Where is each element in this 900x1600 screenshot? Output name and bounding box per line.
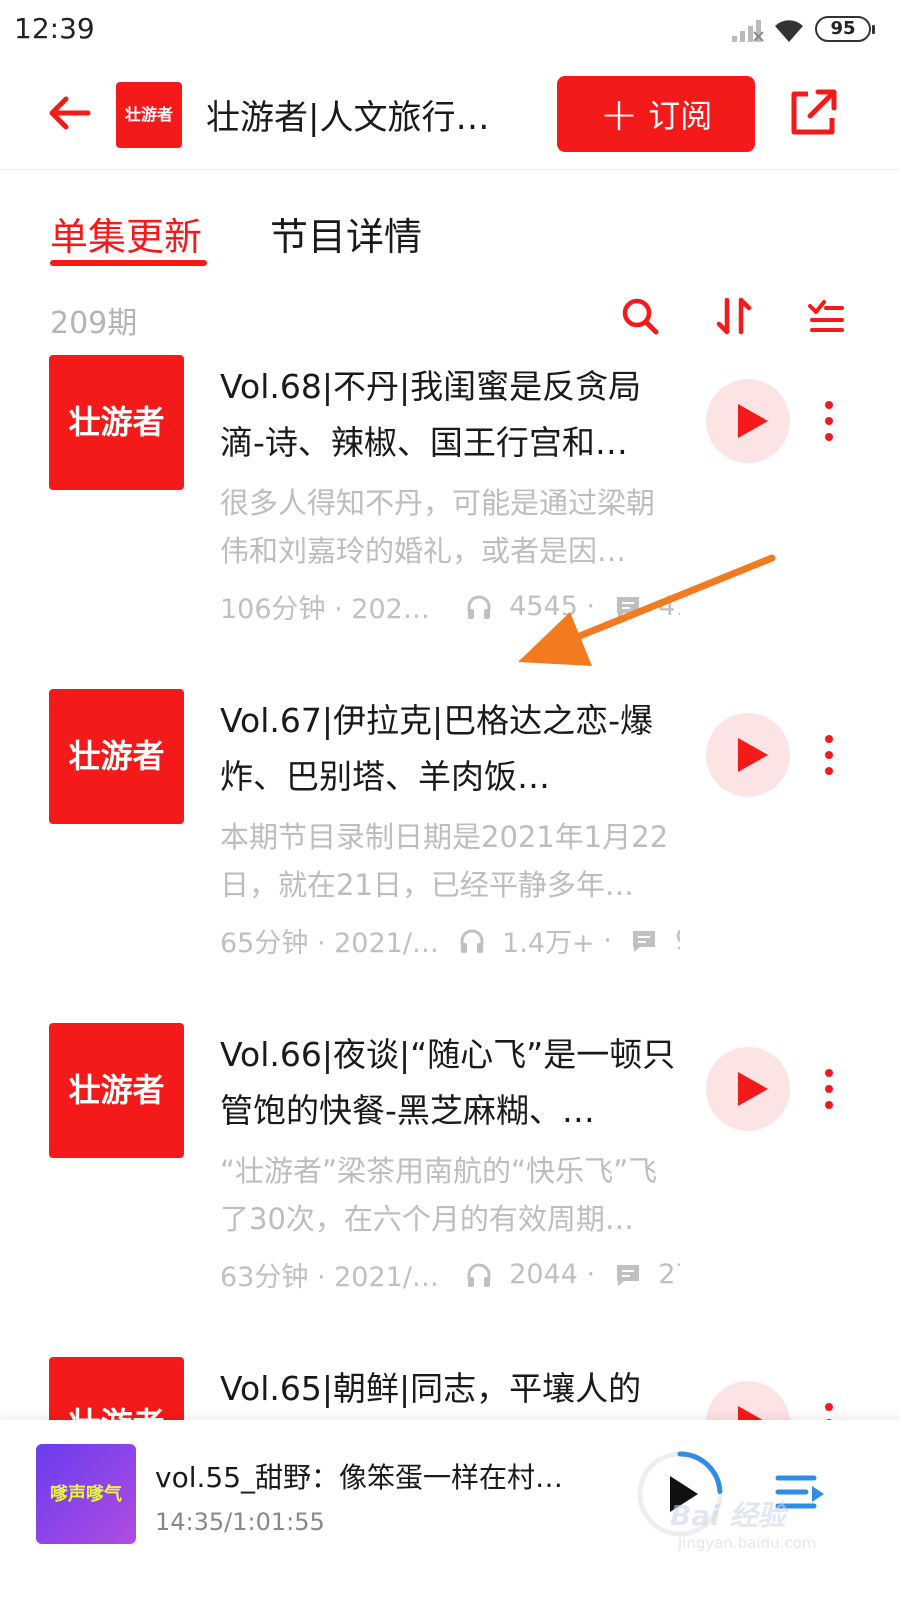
filter-icon[interactable] (806, 296, 846, 336)
podcast-logo[interactable]: 壮游者 (116, 82, 182, 148)
annotation-arrow-icon (518, 554, 776, 666)
play-icon (738, 404, 768, 438)
tab-episodes[interactable]: 单集更新 (50, 206, 202, 261)
episode-cover[interactable]: 壮游者 (49, 1023, 184, 1158)
episode-comments: 27 (658, 1259, 680, 1290)
plus-icon: + (599, 87, 639, 141)
episode-count: 209期 (50, 306, 138, 341)
player-play-button[interactable] (632, 1446, 728, 1542)
subscribe-label: 订阅 (648, 97, 713, 135)
play-button[interactable] (706, 379, 790, 463)
play-icon (738, 738, 768, 772)
episode-meta: 65分钟 · 2021/… 1.4万+ · 91 (220, 921, 680, 961)
battery-indicator: 95 (815, 16, 875, 42)
episode-cover[interactable]: 壮游者 (49, 355, 184, 490)
episode-comments: 91 (675, 925, 680, 956)
episode-item[interactable]: 壮游者 Vol.67|伊拉克|巴格达之恋-爆炸、巴别塔、羊肉饭… 本期节目录制日… (0, 689, 900, 989)
player-cover-text: 嗲声嗲气 (50, 1484, 122, 1505)
headphones-icon (467, 1263, 491, 1287)
header: 壮游者 壮游者|人文旅行… + 订阅 (0, 60, 900, 170)
status-bar: 12:39 95 (0, 0, 900, 60)
back-icon[interactable] (44, 88, 94, 138)
episode-plays: 2044 (509, 1259, 578, 1290)
episode-item[interactable]: 壮游者 Vol.66|夜谈|“随心飞”是一顿只管饱的快餐-黑芝麻糊、… “壮游者… (0, 1023, 900, 1323)
episode-title[interactable]: Vol.68|不丹|我闺蜜是反贪局滴-诗、辣椒、国王行宫和… (220, 359, 680, 471)
episode-plays: 1.4万+ (502, 928, 595, 959)
episode-title[interactable]: Vol.66|夜谈|“随心飞”是一顿只管饱的快餐-黑芝麻糊、… (220, 1027, 680, 1139)
search-icon[interactable] (620, 296, 660, 336)
more-icon[interactable] (818, 733, 840, 777)
episode-duration-date: 106分钟 · 2021/… (220, 594, 446, 625)
mini-player[interactable]: 嗲声嗲气 vol.55_甜野：像笨蛋一样在村… 14:35/1:01:55 Ba… (0, 1420, 900, 1600)
wifi-icon (775, 20, 803, 42)
comment-icon (633, 930, 656, 952)
more-icon[interactable] (818, 1067, 840, 1111)
sort-icon[interactable] (714, 296, 754, 336)
episode-duration-date: 65分钟 · 2021/… (220, 928, 439, 959)
player-cover[interactable]: 嗲声嗲气 (36, 1444, 136, 1544)
play-icon (738, 1072, 768, 1106)
episode-title[interactable]: Vol.65|朝鲜|同志，平壤人的 (220, 1361, 680, 1417)
tab-details[interactable]: 节目详情 (270, 206, 422, 261)
play-button[interactable] (706, 713, 790, 797)
more-icon[interactable] (818, 399, 840, 443)
player-title[interactable]: vol.55_甜野：像笨蛋一样在村… (155, 1456, 595, 1496)
episode-description: “壮游者”梁茶用南航的“快乐飞”飞了30次，在六个月的有效周期… (220, 1154, 658, 1236)
episode-cover[interactable]: 壮游者 (49, 689, 184, 824)
signal-icon (732, 20, 764, 42)
headphones-icon (467, 595, 491, 619)
play-icon (670, 1476, 698, 1512)
player-time: 14:35/1:01:55 (155, 1508, 325, 1536)
headphones-icon (460, 929, 484, 953)
comment-icon (616, 1264, 639, 1286)
episode-description: 本期节目录制日期是2021年1月22日，就在21日，已经平静多年… (220, 820, 669, 902)
playlist-icon[interactable] (770, 1462, 830, 1522)
episode-duration-date: 63分钟 · 2021/0… (220, 1262, 446, 1293)
play-button[interactable] (706, 1047, 790, 1131)
share-icon[interactable] (786, 84, 842, 140)
podcast-title: 壮游者|人文旅行… (206, 98, 490, 138)
status-time: 12:39 (14, 12, 95, 45)
subscribe-button[interactable]: + 订阅 (557, 76, 755, 152)
episode-title[interactable]: Vol.67|伊拉克|巴格达之恋-爆炸、巴别塔、羊肉饭… (220, 693, 680, 805)
active-tab-indicator (50, 260, 207, 266)
episode-meta: 63分钟 · 2021/0… 2044 · 27 (220, 1255, 680, 1295)
player-progress-arc (677, 1451, 723, 1494)
